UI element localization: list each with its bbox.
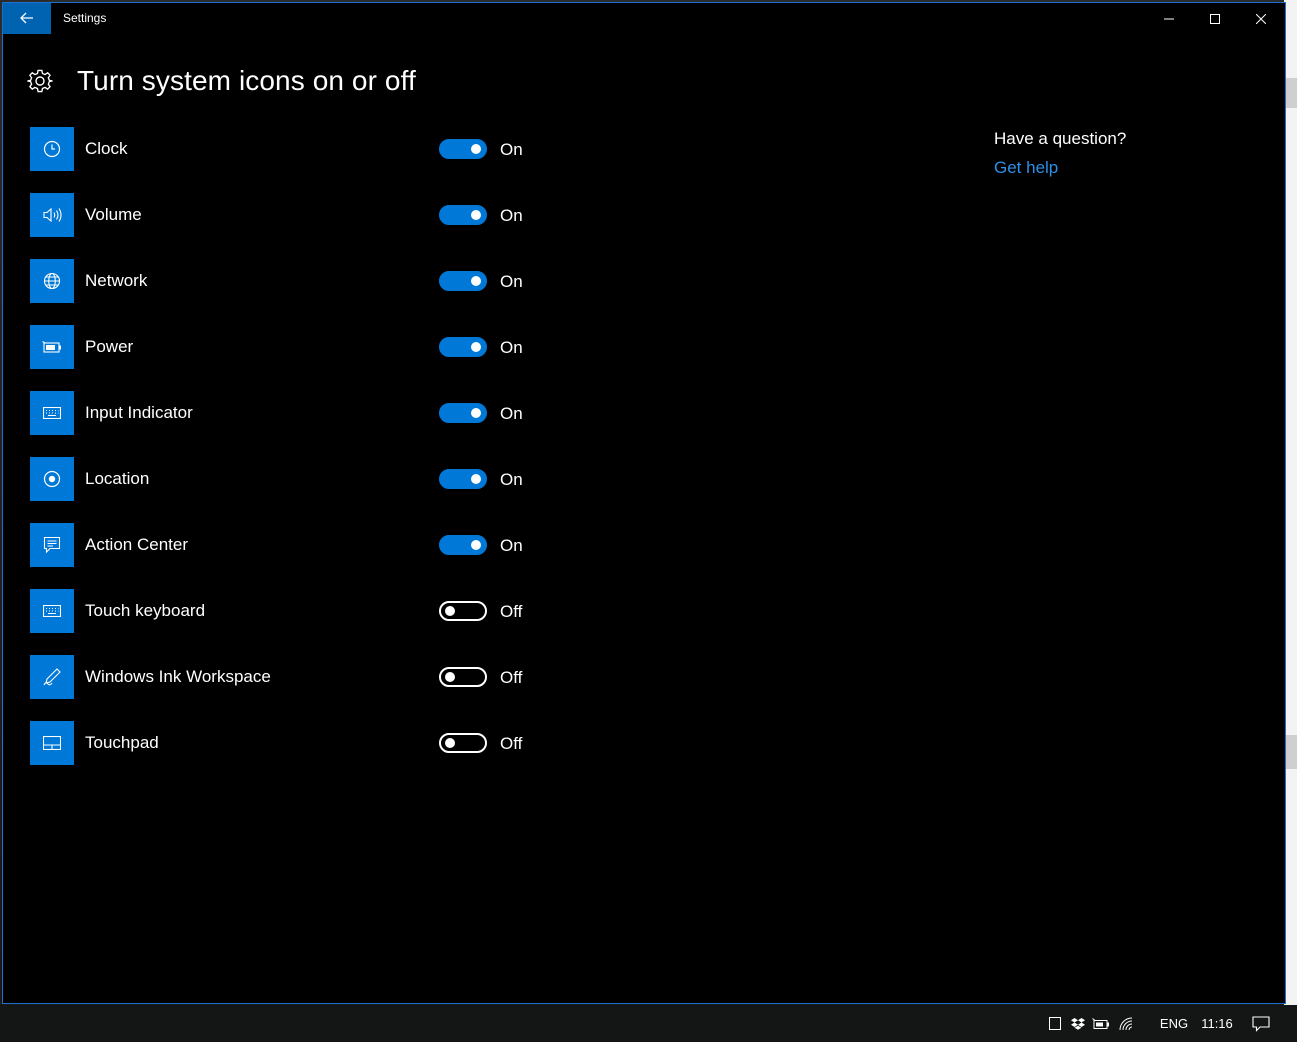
windows-ink-workspace-toggle[interactable] [439, 667, 487, 687]
gear-icon [27, 68, 53, 94]
toggle-knob [445, 672, 455, 682]
touch-keyboard-toggle[interactable] [439, 601, 487, 621]
location-toggle[interactable] [439, 469, 487, 489]
setting-label: Touchpad [85, 733, 159, 752]
toggle-knob [471, 408, 481, 418]
setting-row-clock: Clock On [30, 127, 590, 193]
touchpad-toggle[interactable] [439, 733, 487, 753]
touchpad-icon [30, 721, 74, 765]
input-indicator-toggle[interactable] [439, 403, 487, 423]
toggle-state-label: Off [500, 602, 523, 621]
notification-icon[interactable] [1248, 1005, 1274, 1042]
keyboard-icon [30, 391, 74, 435]
setting-row-volume: Volume On [30, 193, 590, 259]
toggle-state-label: On [500, 404, 523, 423]
close-button[interactable] [1238, 3, 1284, 34]
close-icon [1255, 9, 1267, 28]
battery-icon[interactable] [1091, 1005, 1111, 1042]
setting-row-input-indicator: Input Indicator On [30, 391, 590, 457]
get-help-link[interactable]: Get help [994, 158, 1126, 178]
setting-row-action-center: Action Center On [30, 523, 590, 589]
toggle-state-label: On [500, 272, 523, 291]
action-center-toggle[interactable] [439, 535, 487, 555]
setting-row-network: Network On [30, 259, 590, 325]
setting-row-touchpad: Touchpad Off [30, 721, 590, 787]
system-icons-list: Clock On Volume On Network On Power On I… [30, 127, 590, 787]
setting-label: Input Indicator [85, 403, 193, 422]
toggle-knob [445, 738, 455, 748]
page-title: Turn system icons on or off [77, 65, 416, 96]
battery-icon [30, 325, 74, 369]
dropbox-icon[interactable] [1068, 1005, 1088, 1042]
minimize-icon [1164, 9, 1174, 28]
clock-toggle[interactable] [439, 139, 487, 159]
toggle-knob [445, 606, 455, 616]
back-button[interactable] [3, 3, 51, 34]
setting-label: Clock [85, 139, 128, 158]
toggle-state-label: Off [500, 668, 523, 687]
settings-window: Settings Turn system icons on or off Clo… [2, 2, 1286, 1004]
location-icon [30, 457, 74, 501]
tablet-mode-icon[interactable] [1046, 1005, 1064, 1042]
window-title: Settings [63, 11, 107, 25]
toggle-knob [471, 342, 481, 352]
keyboard-icon [30, 589, 74, 633]
setting-row-power: Power On [30, 325, 590, 391]
toggle-state-label: On [500, 470, 523, 489]
help-panel: Have a question? Get help [994, 129, 1126, 178]
setting-label: Network [85, 271, 148, 290]
language-label: ENG [1159, 1016, 1189, 1031]
toggle-state-label: On [500, 206, 523, 225]
toggle-state-label: On [500, 338, 523, 357]
volume-toggle[interactable] [439, 205, 487, 225]
clock-icon [30, 127, 74, 171]
toggle-knob [471, 276, 481, 286]
action-center-icon [30, 523, 74, 567]
title-bar: Settings [3, 3, 1285, 34]
maximize-button[interactable] [1192, 3, 1238, 34]
setting-label: Location [85, 469, 150, 488]
arrow-left-icon [20, 9, 34, 28]
clock-display[interactable]: 11:16 [1196, 1005, 1238, 1042]
minimize-button[interactable] [1146, 3, 1192, 34]
toggle-state-label: On [500, 536, 523, 555]
setting-row-location: Location On [30, 457, 590, 523]
setting-row-windows-ink-workspace: Windows Ink Workspace Off [30, 655, 590, 721]
maximize-icon [1210, 9, 1220, 28]
setting-label: Power [85, 337, 134, 356]
taskbar: ENG 11:16 [0, 1005, 1297, 1042]
setting-row-touch-keyboard: Touch keyboard Off [30, 589, 590, 655]
page-header: Turn system icons on or off [27, 61, 416, 101]
language-indicator[interactable]: ENG [1154, 1005, 1194, 1042]
globe-icon [30, 259, 74, 303]
network-toggle[interactable] [439, 271, 487, 291]
toggle-knob [471, 540, 481, 550]
setting-label: Action Center [85, 535, 188, 554]
setting-label: Volume [85, 205, 142, 224]
toggle-state-label: On [500, 140, 523, 159]
toggle-knob [471, 474, 481, 484]
toggle-knob [471, 210, 481, 220]
help-question: Have a question? [994, 129, 1127, 148]
time-label: 11:16 [1201, 1016, 1233, 1031]
setting-label: Touch keyboard [85, 601, 206, 620]
wifi-icon[interactable] [1116, 1005, 1136, 1042]
pen-icon [30, 655, 74, 699]
setting-label: Windows Ink Workspace [85, 667, 271, 686]
toggle-knob [471, 144, 481, 154]
toggle-state-label: Off [500, 734, 523, 753]
volume-icon [30, 193, 74, 237]
desktop: Settings Turn system icons on or off Clo… [0, 0, 1297, 1042]
power-toggle[interactable] [439, 337, 487, 357]
